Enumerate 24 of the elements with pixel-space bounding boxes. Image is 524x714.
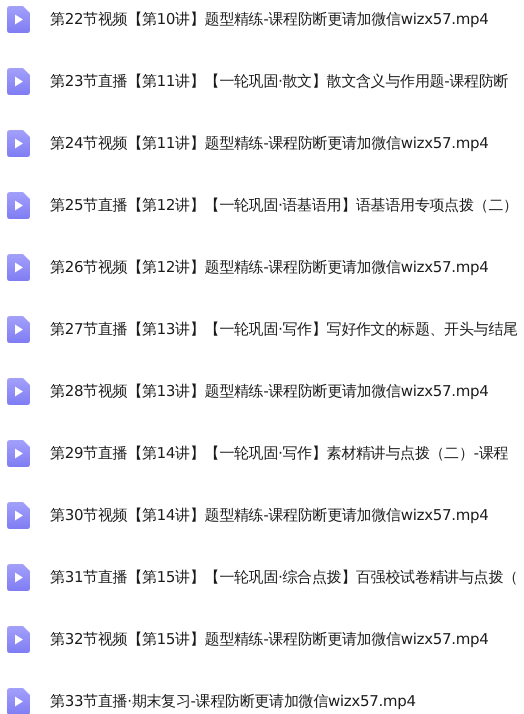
file-name[interactable]: 第30节视频【第14讲】题型精练-课程防断更请加微信wizx57.mp4 — [50, 504, 489, 526]
video-file-icon — [7, 378, 30, 404]
video-file-icon — [7, 6, 30, 32]
video-file-icon — [7, 316, 30, 342]
file-name[interactable]: 第32节视频【第15讲】题型精练-课程防断更请加微信wizx57.mp4 — [50, 628, 489, 650]
video-file-icon — [7, 502, 30, 528]
video-file-icon — [7, 440, 30, 466]
file-name[interactable]: 第27节直播【第13讲】【一轮巩固·写作】写好作文的标题、开头与结尾 — [50, 318, 518, 340]
file-name[interactable]: 第33节直播·期末复习-课程防断更请加微信wizx57.mp4 — [50, 690, 416, 712]
file-name[interactable]: 第31节直播【第15讲】【一轮巩固·综合点拨】百强校试卷精讲与点拨（ — [50, 566, 518, 588]
video-file-icon — [7, 688, 30, 714]
file-name[interactable]: 第25节直播【第12讲】【一轮巩固·语基语用】语基语用专项点拨（二） — [50, 194, 518, 216]
file-name[interactable]: 第29节直播【第14讲】【一轮巩固·写作】素材精讲与点拨（二）-课程 — [50, 442, 508, 464]
video-file-icon — [7, 564, 30, 590]
file-name[interactable]: 第24节视频【第11讲】题型精练-课程防断更请加微信wizx57.mp4 — [50, 132, 489, 154]
video-file-icon — [7, 68, 30, 94]
file-name[interactable]: 第22节视频【第10讲】题型精练-课程防断更请加微信wizx57.mp4 — [50, 8, 489, 30]
video-file-icon — [7, 626, 30, 652]
file-name[interactable]: 第23节直播【第11讲】【一轮巩固·散文】散文含义与作用题-课程防断 — [50, 70, 508, 92]
file-name[interactable]: 第26节视频【第12讲】题型精练-课程防断更请加微信wizx57.mp4 — [50, 256, 489, 278]
file-name[interactable]: 第28节视频【第13讲】题型精练-课程防断更请加微信wizx57.mp4 — [50, 380, 489, 402]
video-file-icon — [7, 192, 30, 218]
video-file-icon — [7, 130, 30, 156]
video-file-icon — [7, 254, 30, 280]
